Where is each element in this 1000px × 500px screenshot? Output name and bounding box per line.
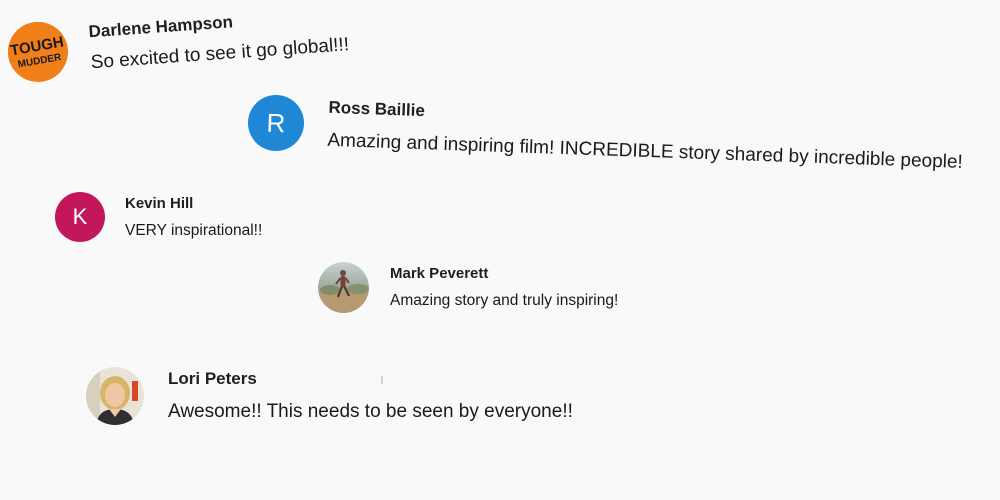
- comment-body: Lori Peters Awesome!! This needs to be s…: [168, 369, 573, 423]
- runner-photo-icon: [318, 262, 369, 313]
- avatar[interactable]: [318, 262, 369, 313]
- comment-body: Ross Baillie Amazing and inspiring film!…: [327, 98, 964, 174]
- comment-text: So excited to see it go global!!!: [90, 34, 350, 74]
- comment-author[interactable]: Mark Peverett: [390, 265, 618, 282]
- comment-author[interactable]: Kevin Hill: [125, 195, 262, 212]
- avatar-letter: K: [72, 204, 88, 229]
- comment-body: Darlene Hampson So excited to see it go …: [88, 4, 350, 74]
- comment-text: Amazing story and truly inspiring!: [390, 292, 619, 309]
- comment-text: VERY inspirational!!: [125, 221, 263, 239]
- comment-mark-peverett: Mark Peverett Amazing story and truly in…: [318, 262, 618, 313]
- comment-darlene-hampson: TOUGH MUDDER Darlene Hampson So excited …: [5, 0, 350, 84]
- comment-kevin-hill: K Kevin Hill VERY inspirational!!: [55, 192, 262, 242]
- comment-body: Mark Peverett Amazing story and truly in…: [390, 265, 618, 310]
- avatar[interactable]: R: [247, 94, 305, 152]
- avatar[interactable]: TOUGH MUDDER: [5, 19, 70, 84]
- comment-author[interactable]: Lori Peters: [168, 369, 573, 389]
- person-photo-icon: [86, 367, 144, 425]
- tough-mudder-logo-icon: TOUGH MUDDER: [7, 21, 68, 82]
- comment-lori-peters: Lori Peters Awesome!! This needs to be s…: [86, 367, 573, 425]
- comment-text: Awesome!! This needs to be seen by every…: [168, 401, 573, 422]
- comment-body: Kevin Hill VERY inspirational!!: [125, 195, 262, 240]
- avatar[interactable]: K: [55, 192, 105, 242]
- cursor-mark: [381, 376, 383, 384]
- comment-ross-baillie: R Ross Baillie Amazing and inspiring fil…: [247, 94, 964, 175]
- avatar-letter: R: [266, 107, 286, 138]
- avatar[interactable]: [86, 367, 144, 425]
